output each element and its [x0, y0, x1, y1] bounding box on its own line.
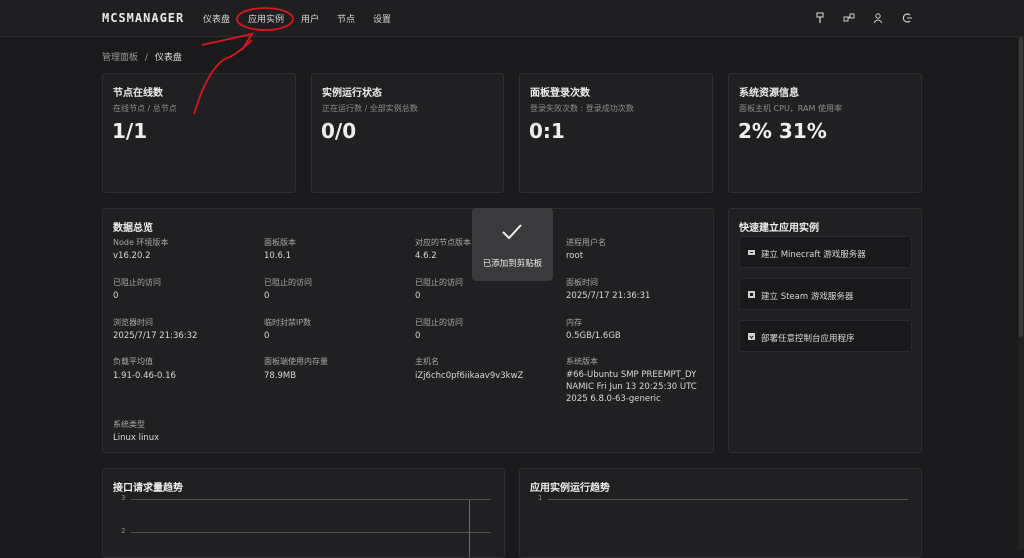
nav-settings[interactable]: 设置: [373, 12, 391, 25]
overview-value: 0: [264, 291, 270, 301]
stat-subtitle: 面板主机 CPU，RAM 使用率: [739, 104, 842, 113]
overview-label: 进程用户名: [566, 238, 606, 247]
overview-value: 0: [415, 291, 421, 301]
stat-value: 0:1: [529, 119, 565, 143]
stat-card-instances: 实例运行状态 正在运行数 / 全部实例总数 0/0: [311, 73, 504, 193]
breadcrumb-current: 仪表盘: [154, 53, 182, 63]
stat-title: 节点在线数: [113, 88, 163, 99]
stat-card-resources: 系统资源信息 面板主机 CPU，RAM 使用率 2% 31%: [728, 73, 922, 193]
overview-label: 负载平均值: [113, 357, 153, 366]
clipboard-toast: 已添加到剪贴板: [472, 208, 553, 281]
nav-users[interactable]: 用户: [301, 12, 319, 25]
user-icon[interactable]: [872, 12, 884, 24]
overview-label: 已阻止的访问: [415, 278, 463, 287]
overview-value: 4.6.2: [415, 251, 437, 261]
overview-label: 浏览器时间: [113, 318, 153, 327]
breadcrumb: 管理面板 / 仪表盘: [102, 50, 182, 63]
data-overview-card: 数据总览 Node 环境版本 v16.20.2 面板版本 10.6.1 对应的节…: [102, 208, 714, 453]
chart-title: 应用实例运行趋势: [530, 483, 610, 494]
stat-value: 1/1: [112, 119, 148, 143]
overview-value: 2025/7/17 21:36:32: [113, 331, 198, 341]
overview-label: 面板时间: [566, 278, 598, 287]
console-icon: [747, 332, 756, 341]
overview-label: 系统版本: [566, 357, 598, 366]
stat-subtitle: 在线节点 / 总节点: [113, 104, 177, 113]
overview-label: 已阻止的访问: [415, 318, 463, 327]
red-annotation-arrow: [193, 7, 294, 115]
grid-line: [131, 532, 491, 533]
overview-value: 0: [415, 331, 421, 341]
overview-label: 对应的节点版本: [415, 238, 471, 247]
overview-value: 2025/7/17 21:36:31: [566, 291, 651, 301]
overview-label: 面板端使用内存量: [264, 357, 328, 366]
button-label: 建立 Steam 游戏服务器: [761, 292, 854, 302]
overview-value: Linux linux: [113, 433, 160, 443]
overview-value: 0: [264, 331, 270, 341]
overview-value: iZj6chc0pf6iikaav9v3kwZ: [415, 371, 524, 381]
api-trend-card: 接口请求量趋势 3 2: [102, 468, 505, 558]
stat-title: 面板登录次数: [530, 88, 590, 99]
overview-label: 主机名: [415, 357, 439, 366]
logout-icon[interactable]: [901, 12, 913, 24]
overview-label: 系统类型: [113, 420, 145, 429]
overview-label: 临时封禁IP数: [264, 318, 312, 327]
stat-title: 系统资源信息: [739, 88, 799, 99]
scrollbar[interactable]: [1018, 37, 1024, 549]
stat-value: 0/0: [321, 119, 357, 143]
steam-icon: [747, 290, 756, 299]
request-spike: [469, 500, 470, 557]
breadcrumb-parent[interactable]: 管理面板: [102, 53, 138, 63]
overview-value: 10.6.1: [264, 251, 292, 261]
button-label: 部署任意控制台应用程序: [761, 334, 855, 344]
stat-card-logins: 面板登录次数 登录失败次数 : 登录成功次数 0:1: [519, 73, 713, 193]
quick-title: 快速建立应用实例: [739, 223, 819, 234]
overview-value: v16.20.2: [113, 251, 151, 261]
overview-value-sysversion-3: 2025 6.8.0-63-generic: [566, 394, 661, 404]
network-icon[interactable]: [843, 12, 855, 24]
stat-title: 实例运行状态: [322, 88, 382, 99]
nav-nodes[interactable]: 节点: [337, 12, 355, 25]
chart-title: 接口请求量趋势: [113, 483, 183, 494]
overview-label: 内存: [566, 318, 582, 327]
top-navbar: MCSMANAGER 仪表盘 应用实例 用户 节点 设置: [0, 0, 1024, 37]
overview-value-sysversion-1: #66-Ubuntu SMP PREEMPT_DY: [566, 370, 697, 380]
overview-value: 0: [113, 291, 119, 301]
overview-value: root: [566, 251, 584, 261]
create-minecraft-button[interactable]: 建立 Minecraft 游戏服务器: [739, 236, 912, 268]
deploy-console-app-button[interactable]: 部署任意控制台应用程序: [739, 320, 912, 352]
app-logo[interactable]: MCSMANAGER: [102, 11, 185, 25]
overview-value-sysversion-2: NAMIC Fri Jun 13 20:25:30 UTC: [566, 382, 697, 392]
stat-subtitle: 登录失败次数 : 登录成功次数: [530, 104, 634, 113]
y-tick-label: 3: [121, 494, 126, 502]
check-icon: [502, 224, 522, 240]
button-label: 建立 Minecraft 游戏服务器: [761, 250, 866, 260]
scrollbar-thumb[interactable]: [1019, 37, 1023, 337]
breadcrumb-separator: /: [144, 53, 148, 63]
overview-title: 数据总览: [113, 223, 153, 234]
overview-value: 1.91-0.46-0.16: [113, 371, 176, 381]
overview-label: 面板版本: [264, 238, 296, 247]
grid-line: [548, 499, 908, 500]
overview-label: 已阻止的访问: [113, 278, 161, 287]
stat-value: 2% 31%: [738, 119, 827, 143]
create-steam-button[interactable]: 建立 Steam 游戏服务器: [739, 278, 912, 310]
y-tick-label: 2: [121, 527, 126, 535]
stat-subtitle: 正在运行数 / 全部实例总数: [322, 104, 418, 113]
minecraft-icon: [747, 248, 756, 257]
overview-label: 已阻止的访问: [264, 278, 312, 287]
overview-value: 78.9MB: [264, 371, 297, 381]
grid-line: [131, 499, 491, 500]
overview-value: 0.5GB/1.6GB: [566, 331, 621, 341]
quick-create-card: 快速建立应用实例 建立 Minecraft 游戏服务器 建立 Steam 游戏服…: [728, 208, 922, 453]
brush-icon[interactable]: [814, 12, 826, 24]
toast-text: 已添加到剪贴板: [482, 259, 543, 269]
instance-trend-card: 应用实例运行趋势 1: [519, 468, 922, 558]
y-tick-label: 1: [538, 494, 543, 502]
overview-label: Node 环境版本: [113, 238, 169, 247]
